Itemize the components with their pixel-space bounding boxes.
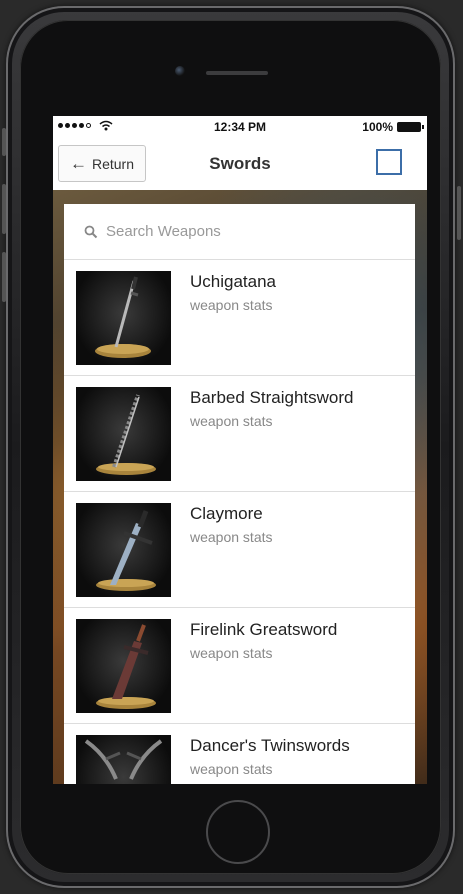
search-bar <box>64 204 415 260</box>
power-button <box>457 186 461 240</box>
weapon-list-item[interactable]: Claymore weapon stats <box>64 492 415 608</box>
weapon-list-item[interactable]: Dancer's Twinswords weapon stats <box>64 724 415 784</box>
battery-percent: 100% <box>362 120 393 134</box>
weapon-name: Uchigatana <box>190 272 277 291</box>
search-icon <box>84 225 98 238</box>
search-input[interactable] <box>104 222 398 241</box>
battery-indicator: 100% <box>362 120 424 134</box>
battery-icon <box>397 122 424 132</box>
square-button[interactable] <box>376 149 402 175</box>
weapon-subtitle: weapon stats <box>190 761 273 777</box>
weapon-subtitle: weapon stats <box>190 529 273 545</box>
weapon-list-item[interactable]: Firelink Greatsword weapon stats <box>64 608 415 724</box>
weapon-thumbnail <box>76 271 171 365</box>
weapon-thumbnail <box>76 387 171 481</box>
front-camera <box>175 66 185 76</box>
return-label: Return <box>91 155 135 172</box>
weapon-thumbnail <box>76 619 171 713</box>
weapon-subtitle: weapon stats <box>190 413 273 429</box>
volume-down-button <box>2 252 6 302</box>
weapon-name: Claymore <box>190 504 263 523</box>
weapon-name: Firelink Greatsword <box>190 620 338 639</box>
return-button[interactable]: ← Return <box>58 145 146 182</box>
home-button[interactable] <box>206 800 270 864</box>
weapon-subtitle: weapon stats <box>190 645 273 661</box>
weapon-thumbnail <box>76 735 171 784</box>
weapon-name: Dancer's Twinswords <box>190 736 350 755</box>
status-bar: 12:34 PM 100% <box>53 116 427 138</box>
weapon-list-panel: Uchigatana weapon stats Barbed Straights… <box>64 204 415 784</box>
app-screen: 12:34 PM 100% ← Return Swords Search Wea… <box>53 116 427 784</box>
mute-switch <box>2 128 6 156</box>
weapon-subtitle: weapon stats <box>190 297 273 313</box>
earpiece-speaker <box>206 71 268 75</box>
weapon-list-item[interactable]: Barbed Straightsword weapon stats <box>64 376 415 492</box>
arrow-left-icon: ← <box>69 153 87 173</box>
nav-bar: ← Return Swords <box>53 138 427 190</box>
weapon-list-item[interactable]: Uchigatana weapon stats <box>64 260 415 376</box>
volume-up-button <box>2 184 6 234</box>
weapon-name: Barbed Straightsword <box>190 388 354 407</box>
weapon-thumbnail <box>76 503 171 597</box>
